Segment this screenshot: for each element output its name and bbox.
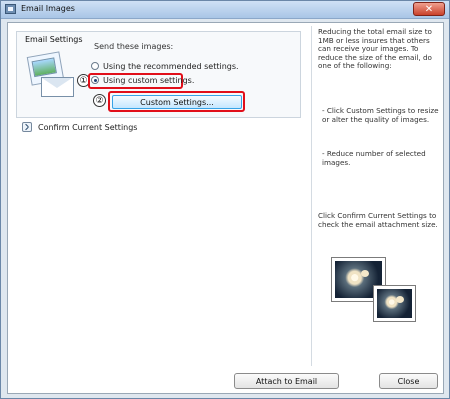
window-close-button[interactable]: ✕ — [413, 2, 445, 16]
custom-settings-tip: - Click Custom Settings to resize or alt… — [322, 106, 439, 124]
close-icon: ✕ — [424, 4, 434, 15]
window-title: Email Images — [21, 4, 75, 13]
custom-settings-label: Using custom settings. — [103, 75, 195, 85]
recommended-settings-radio[interactable] — [91, 62, 99, 70]
email-images-illustration — [25, 51, 74, 97]
pane-divider — [311, 26, 312, 366]
confirm-current-settings-expander[interactable]: Confirm Current Settings — [22, 120, 137, 134]
reduce-images-tip: - Reduce number of selected images. — [322, 149, 426, 167]
help-pane: Reducing the total email size to 1MB or … — [318, 27, 443, 367]
custom-settings-option[interactable]: Using custom settings. — [91, 73, 194, 87]
sample-image-thumbnail-small — [373, 285, 416, 322]
expand-chevron-icon[interactable] — [22, 122, 32, 132]
attach-to-email-button[interactable]: Attach to Email — [234, 373, 339, 389]
email-settings-group: Email Settings Send these images: Using … — [16, 31, 301, 118]
recommended-settings-label: Using the recommended settings. — [103, 61, 239, 71]
custom-settings-radio[interactable] — [91, 76, 99, 84]
email-images-app-icon — [5, 4, 16, 14]
flower-image — [377, 289, 412, 318]
callout-number-2: ② — [93, 94, 106, 107]
send-images-label: Send these images: — [94, 42, 174, 51]
recommended-settings-option[interactable]: Using the recommended settings. — [91, 59, 239, 73]
dialog-buttons: Attach to Email Close — [234, 373, 439, 391]
email-settings-title: Email Settings — [25, 35, 83, 44]
close-dialog-button[interactable]: Close — [379, 373, 438, 389]
settings-pane: Email Settings Send these images: Using … — [9, 24, 307, 364]
dialog-content: Email Settings Send these images: Using … — [7, 22, 444, 394]
email-images-window: Email Images ✕ Email Settings Send these… — [0, 0, 450, 399]
custom-settings-button[interactable]: Custom Settings... — [112, 95, 242, 109]
email-size-help-text: Reducing the total email size to 1MB or … — [318, 27, 432, 70]
confirm-settings-help-text: Click Confirm Current Settings to check … — [318, 211, 438, 229]
confirm-current-settings-label: Confirm Current Settings — [38, 122, 138, 132]
title-bar: Email Images ✕ — [1, 1, 449, 19]
envelope-icon — [41, 77, 74, 97]
